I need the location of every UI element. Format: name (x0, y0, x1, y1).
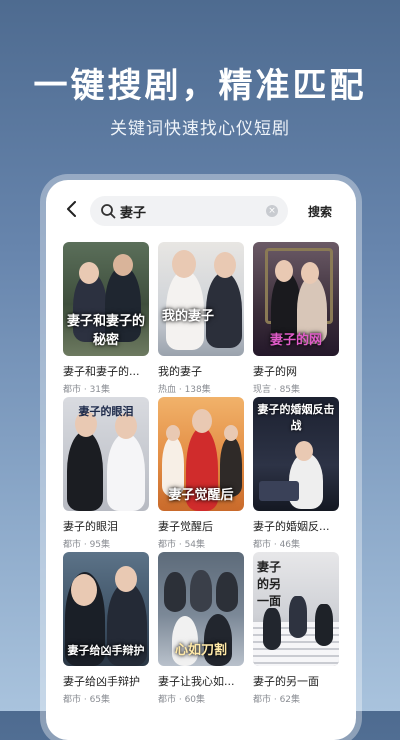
poster-image: 心如刀割 (158, 552, 244, 666)
result-title: 妻子给凶手辩护 (63, 675, 140, 688)
result-card[interactable]: 妻子的婚姻反击战 妻子的婚姻反... 都市 · 46集 (253, 397, 339, 550)
result-meta: 都市 · 65集 (63, 695, 111, 705)
poster-image: 妻子和妻子的秘密 (63, 242, 149, 356)
poster-image: 我的妻子 (158, 242, 244, 356)
search-icon (101, 204, 116, 219)
poster-image: 妻子的婚姻反击战 (253, 397, 339, 511)
result-card[interactable]: 妻子的眼泪 妻子的眼泪 都市 · 95集 (63, 397, 149, 550)
search-header: 妻子 × 搜索 (46, 180, 356, 240)
result-card[interactable]: 我的妻子 我的妻子 热血 · 138集 (158, 242, 244, 395)
result-title: 妻子的网 (253, 365, 297, 378)
result-title: 妻子的婚姻反... (253, 520, 330, 533)
result-card[interactable]: 妻子的另一面 妻子的另一面 都市 · 62集 (253, 552, 339, 705)
result-meta: 都市 · 62集 (253, 695, 301, 705)
search-input[interactable]: 妻子 × (90, 196, 288, 226)
chevron-left-icon (67, 201, 76, 217)
search-query: 妻子 (120, 206, 147, 221)
result-card[interactable]: 心如刀割 妻子让我心如... 都市 · 60集 (158, 552, 244, 705)
poster-image: 妻子的眼泪 (63, 397, 149, 511)
result-meta: 都市 · 46集 (253, 540, 301, 550)
back-button[interactable] (62, 198, 82, 220)
poster-image: 妻子给凶手辩护 (63, 552, 149, 666)
result-title: 妻子让我心如... (158, 675, 235, 688)
phone-frame: 妻子 × 搜索 妻子和妻子的秘密 妻子和妻子的... 都市 · 31集 我的妻子… (46, 180, 356, 740)
promo-subline: 关键词快速找心仪短剧 (110, 119, 290, 139)
result-title: 我的妻子 (158, 365, 202, 378)
result-meta: 都市 · 95集 (63, 540, 111, 550)
result-meta: 现言 · 85集 (253, 385, 301, 395)
search-button[interactable]: 搜索 (308, 203, 332, 220)
result-meta: 都市 · 31集 (63, 385, 111, 395)
result-meta: 都市 · 60集 (158, 695, 206, 705)
poster-image: 妻子觉醒后 (158, 397, 244, 511)
result-meta: 都市 · 54集 (158, 540, 206, 550)
poster-image: 妻子的网 (253, 242, 339, 356)
clear-icon[interactable]: × (266, 205, 278, 217)
result-title: 妻子和妻子的... (63, 365, 140, 378)
promo-headline: 一键搜剧，精准匹配 (33, 66, 367, 106)
result-meta: 热血 · 138集 (158, 385, 211, 395)
result-title: 妻子觉醒后 (158, 520, 213, 533)
result-card[interactable]: 妻子给凶手辩护 妻子给凶手辩护 都市 · 65集 (63, 552, 149, 705)
result-card[interactable]: 妻子的网 妻子的网 现言 · 85集 (253, 242, 339, 395)
result-title: 妻子的另一面 (253, 675, 319, 688)
result-card[interactable]: 妻子和妻子的秘密 妻子和妻子的... 都市 · 31集 (63, 242, 149, 395)
result-card[interactable]: 妻子觉醒后 妻子觉醒后 都市 · 54集 (158, 397, 244, 550)
poster-image: 妻子的另一面 (253, 552, 339, 666)
result-title: 妻子的眼泪 (63, 520, 118, 533)
